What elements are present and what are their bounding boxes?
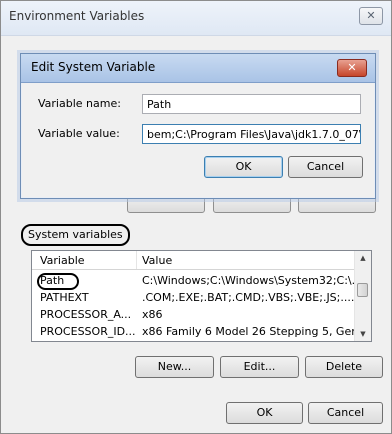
- header-value[interactable]: Value: [142, 254, 172, 267]
- scroll-up-icon[interactable]: ▲: [355, 251, 371, 265]
- variable-cell: PATHEXT: [40, 291, 89, 304]
- variable-cell: PROCESSOR_A...: [40, 308, 132, 321]
- close-icon[interactable]: ✕: [359, 7, 383, 25]
- title-bar: Environment Variables ✕: [1, 1, 391, 36]
- value-cell: .COM;.EXE;.BAT;.CMD;.VBS;.VBE;.JS;....: [142, 291, 355, 304]
- list-header: Variable Value: [32, 251, 357, 270]
- variable-cell: PROCESSOR_ID...: [40, 325, 136, 338]
- system-edit-button[interactable]: Edit...: [220, 356, 299, 378]
- variable-name-label: Variable name:: [38, 97, 121, 110]
- variable-value-label: Variable value:: [38, 127, 120, 140]
- edit-system-variable-dialog: Edit System Variable ✕ Variable name: Pa…: [20, 53, 376, 199]
- table-row[interactable]: PATHEXT .COM;.EXE;.BAT;.CMD;.VBS;.VBE;.J…: [32, 288, 357, 306]
- value-cell: x86: [142, 308, 163, 321]
- scroll-thumb[interactable]: [357, 283, 368, 297]
- modal-cancel-button[interactable]: Cancel: [288, 156, 363, 178]
- table-row[interactable]: PROCESSOR_A... x86: [32, 305, 357, 323]
- close-icon[interactable]: ✕: [337, 59, 367, 77]
- modal-body: Variable name: Path Variable value: bem;…: [22, 83, 374, 197]
- system-new-button[interactable]: New...: [135, 356, 214, 378]
- table-row[interactable]: Path C:\Windows;C:\Windows\System32;C:\.…: [32, 271, 362, 290]
- scroll-down-icon[interactable]: ▼: [355, 327, 371, 341]
- ok-button[interactable]: OK: [226, 402, 303, 424]
- header-variable[interactable]: Variable: [40, 254, 85, 267]
- system-delete-button[interactable]: Delete: [305, 356, 383, 378]
- dialog-title: Environment Variables: [9, 9, 145, 23]
- variable-cell: Path: [37, 273, 79, 290]
- value-cell: x86 Family 6 Model 26 Stepping 5, Genu..…: [142, 325, 372, 338]
- modal-title-bar: Edit System Variable ✕: [21, 54, 375, 83]
- system-variables-label: System variables: [21, 224, 130, 246]
- value-cell: C:\Windows;C:\Windows\System32;C:\...: [142, 274, 363, 287]
- system-variables-list[interactable]: Variable Value Path C:\Windows;C:\Window…: [31, 250, 372, 342]
- cancel-button[interactable]: Cancel: [308, 402, 383, 424]
- variable-name-field[interactable]: Path: [142, 94, 361, 114]
- header-divider: [136, 251, 137, 269]
- variable-value-field[interactable]: bem;C:\Program Files\Java\jdk1.7.0_07\bi…: [142, 124, 361, 144]
- table-row[interactable]: PROCESSOR_ID... x86 Family 6 Model 26 St…: [32, 322, 371, 340]
- modal-ok-button[interactable]: OK: [204, 156, 283, 178]
- vertical-scrollbar[interactable]: ▲ ▼: [354, 251, 371, 341]
- modal-title: Edit System Variable: [31, 60, 156, 74]
